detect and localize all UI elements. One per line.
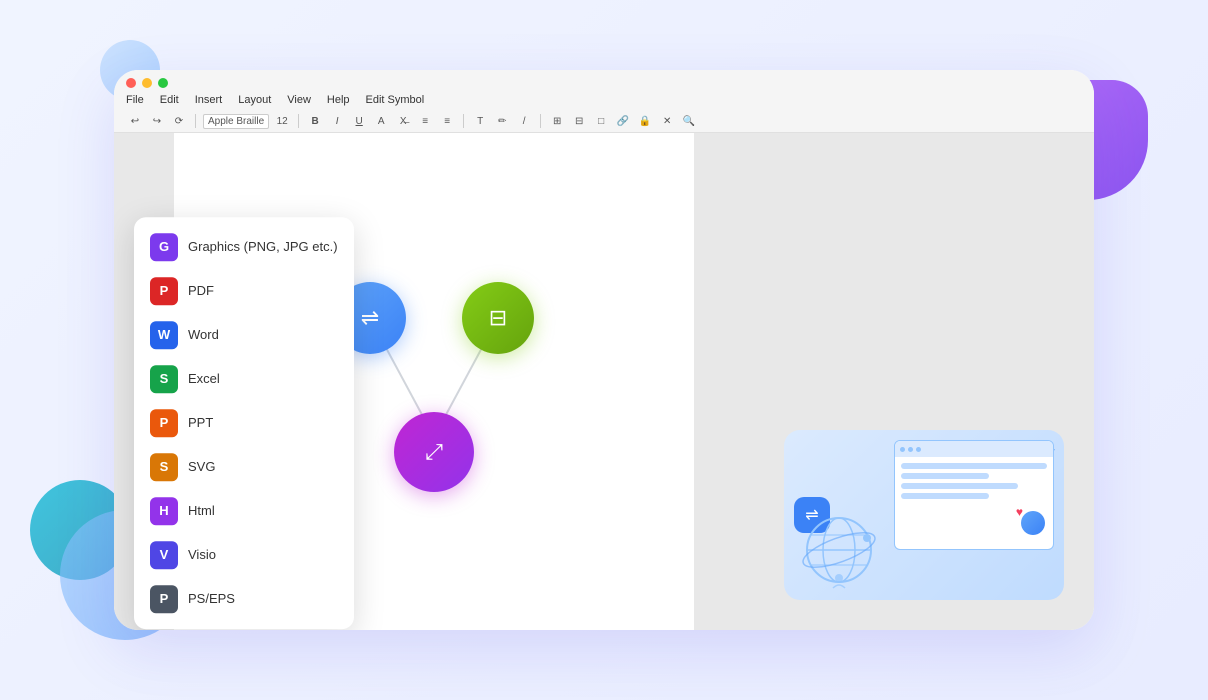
canvas-area: ⇌ ⊟ ⤢ Page-1 + GGraphics (PNG, JPG etc.)… [114,133,1094,630]
menu-view[interactable]: View [287,94,311,106]
dropdown-item-pdf[interactable]: P PDF [134,269,354,313]
mini-line-2 [901,473,989,479]
link-button[interactable]: 🔗 [614,113,632,129]
close-button[interactable] [126,78,136,88]
format-icon-pdf: P [150,277,178,305]
menu-bar: File Edit Insert Layout View Help Edit S… [126,94,1082,106]
dropdown-item-excel[interactable]: S Excel [134,357,354,401]
format-label-html: Html [188,503,215,518]
export-icon: ⤢ [425,439,443,465]
format-label-graphics (png, jpg etc.): Graphics (PNG, JPG etc.) [188,239,338,254]
mini-dot-3 [916,447,921,452]
format-label-ps/eps: PS/EPS [188,591,235,606]
line-button[interactable]: / [515,113,533,129]
font-name-input[interactable]: Apple Braille [203,114,269,129]
mini-browser-chrome [895,441,1053,457]
format-icon-graphics (png, jpg etc.): G [150,233,178,261]
dropdown-item-svg[interactable]: S SVG [134,445,354,489]
underline-button[interactable]: U [350,113,368,129]
italic-button[interactable]: I [328,113,346,129]
menu-file[interactable]: File [126,94,144,106]
maximize-button[interactable] [158,78,168,88]
export-node[interactable]: ⤢ [394,412,474,492]
image-button[interactable]: □ [592,113,610,129]
align-left-button[interactable]: ≡ [416,113,434,129]
toolbar: ↩ ↪ ⟳ Apple Braille 12 B I U A X̶ ≡ ≡ T … [126,110,1082,132]
dropdown-item-visio[interactable]: V Visio [134,533,354,577]
format-icon-ppt: P [150,409,178,437]
menu-insert[interactable]: Insert [195,94,223,106]
window-chrome: File Edit Insert Layout View Help Edit S… [114,70,1094,133]
globe-icon [799,510,879,590]
menu-edit[interactable]: Edit [160,94,179,106]
history-button[interactable]: ⟳ [170,113,188,129]
undo-button[interactable]: ↩ [126,113,144,129]
lock-button[interactable]: 🔒 [636,113,654,129]
traffic-lights [126,78,1082,88]
format-icon-html: H [150,497,178,525]
preview-card: ⇌ ✈ ♥ [784,430,1064,600]
dropdown-item-graphics-(png,-jpg-etc.)[interactable]: G Graphics (PNG, JPG etc.) [134,225,354,269]
mini-dot-2 [908,447,913,452]
table-button[interactable]: ⊟ [570,113,588,129]
print-node[interactable]: ⊟ [462,282,534,354]
format-icon-ps/eps: P [150,585,178,613]
mini-line-1 [901,463,1047,469]
format-label-ppt: PPT [188,415,213,430]
text-format-button[interactable]: T [471,113,489,129]
mini-dot-1 [900,447,905,452]
share-icon: ⇌ [361,305,379,331]
align-center-button[interactable]: ≡ [438,113,456,129]
font-size-input[interactable]: 12 [273,113,291,129]
format-label-pdf: PDF [188,283,214,298]
mini-line-4 [901,493,989,499]
menu-help[interactable]: Help [327,94,350,106]
heart-badge: ♥ [1016,505,1023,519]
separator-2 [298,114,299,128]
separator-1 [195,114,196,128]
diagram-container: ⇌ ⊟ ⤢ [324,262,544,502]
format-icon-svg: S [150,453,178,481]
menu-edit-symbol[interactable]: Edit Symbol [366,94,425,106]
bold-button[interactable]: B [306,113,324,129]
format-label-excel: Excel [188,371,220,386]
format-icon-word: W [150,321,178,349]
minimize-button[interactable] [142,78,152,88]
delete-button[interactable]: ✕ [658,113,676,129]
dropdown-item-ppt[interactable]: P PPT [134,401,354,445]
search-button[interactable]: 🔍 [680,113,698,129]
strikethrough-button[interactable]: X̶ [394,113,412,129]
format-label-visio: Visio [188,547,216,562]
separator-3 [463,114,464,128]
print-icon: ⊟ [489,305,507,331]
mini-line-3 [901,483,1018,489]
format-icon-visio: V [150,541,178,569]
format-icon-excel: S [150,365,178,393]
pen-button[interactable]: ✏ [493,113,511,129]
dropdown-item-ps/eps[interactable]: P PS/EPS [134,577,354,621]
grid-button[interactable]: ⊞ [548,113,566,129]
export-dropdown: G Graphics (PNG, JPG etc.) P PDF W Word S Excel… [134,217,354,629]
dropdown-item-html[interactable]: H Html [134,489,354,533]
format-label-word: Word [188,327,219,342]
menu-layout[interactable]: Layout [238,94,271,106]
font-color-button[interactable]: A [372,113,390,129]
separator-4 [540,114,541,128]
mini-browser: ♥ [894,440,1054,550]
format-label-svg: SVG [188,459,215,474]
mini-avatar [1021,511,1045,535]
redo-button[interactable]: ↪ [148,113,166,129]
dropdown-item-word[interactable]: W Word [134,313,354,357]
mini-browser-body [895,457,1053,505]
main-window: File Edit Insert Layout View Help Edit S… [114,70,1094,630]
